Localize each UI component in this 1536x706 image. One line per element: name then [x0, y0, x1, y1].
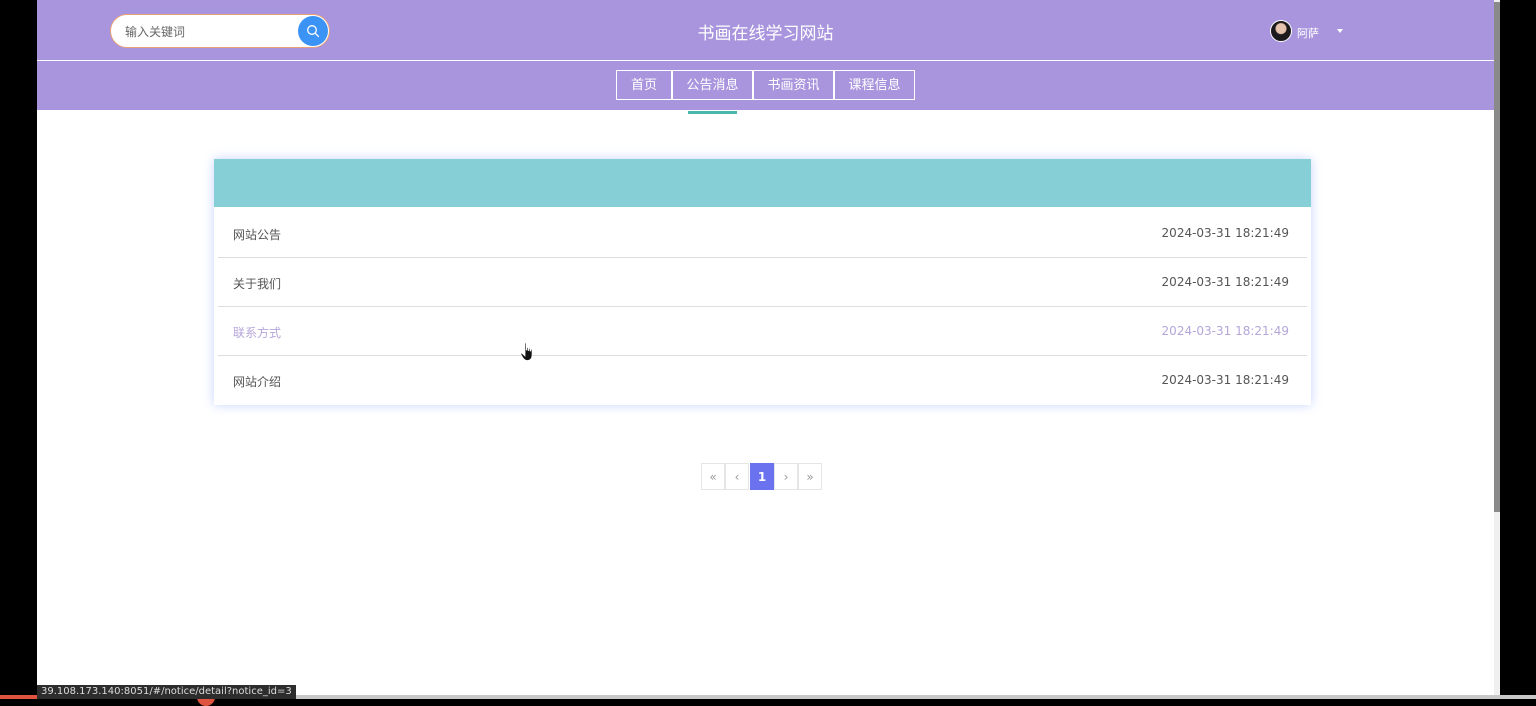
main-nav: 首页 公告消息 书画资讯 课程信息: [37, 61, 1494, 110]
active-tab-indicator: [688, 111, 737, 114]
notice-title[interactable]: 联系方式: [233, 324, 281, 341]
page-number-button[interactable]: 1: [750, 463, 774, 490]
notice-title[interactable]: 关于我们: [233, 275, 281, 292]
notice-date: 2024-03-31 18:21:49: [1161, 226, 1289, 240]
notice-title[interactable]: 网站公告: [233, 226, 281, 243]
card-header: [214, 159, 1311, 207]
notice-row[interactable]: 联系方式 2024-03-31 18:21:49: [218, 307, 1307, 356]
caret-down-icon[interactable]: [1337, 29, 1343, 33]
avatar[interactable]: [1270, 20, 1292, 42]
notice-row[interactable]: 关于我们 2024-03-31 18:21:49: [218, 258, 1307, 307]
notice-date: 2024-03-31 18:21:49: [1161, 324, 1289, 338]
top-header: 书画在线学习网站 阿萨: [37, 0, 1494, 61]
nav-item-news[interactable]: 书画资讯: [753, 70, 834, 100]
first-page-button[interactable]: «: [701, 463, 725, 490]
last-page-button[interactable]: »: [798, 463, 822, 490]
notice-list-card: 网站公告 2024-03-31 18:21:49 关于我们 2024-03-31…: [214, 159, 1311, 405]
scrollbar-thumb[interactable]: [1494, 2, 1500, 512]
hand-pointer-icon: [520, 342, 533, 361]
username[interactable]: 阿萨: [1297, 25, 1319, 41]
notice-date: 2024-03-31 18:21:49: [1161, 373, 1289, 387]
nav-item-home[interactable]: 首页: [616, 70, 672, 100]
status-bar-url: 39.108.173.140:8051/#/notice/detail?noti…: [37, 685, 296, 699]
notice-date: 2024-03-31 18:21:49: [1161, 275, 1289, 289]
notice-title[interactable]: 网站介绍: [233, 373, 281, 390]
nav-item-notices[interactable]: 公告消息: [672, 70, 753, 100]
notice-row[interactable]: 网站介绍 2024-03-31 18:21:49: [218, 356, 1307, 405]
browser-viewport: 书画在线学习网站 阿萨 首页 公告消息 书画资讯 课程信息 网站公告 2024-…: [37, 0, 1494, 695]
bottom-strip-accent: [0, 695, 37, 699]
notice-row[interactable]: 网站公告 2024-03-31 18:21:49: [218, 209, 1307, 258]
prev-page-button[interactable]: ‹: [725, 463, 749, 490]
nav-item-courses[interactable]: 课程信息: [834, 70, 915, 100]
next-page-button[interactable]: ›: [774, 463, 798, 490]
vertical-scrollbar[interactable]: [1494, 0, 1500, 699]
